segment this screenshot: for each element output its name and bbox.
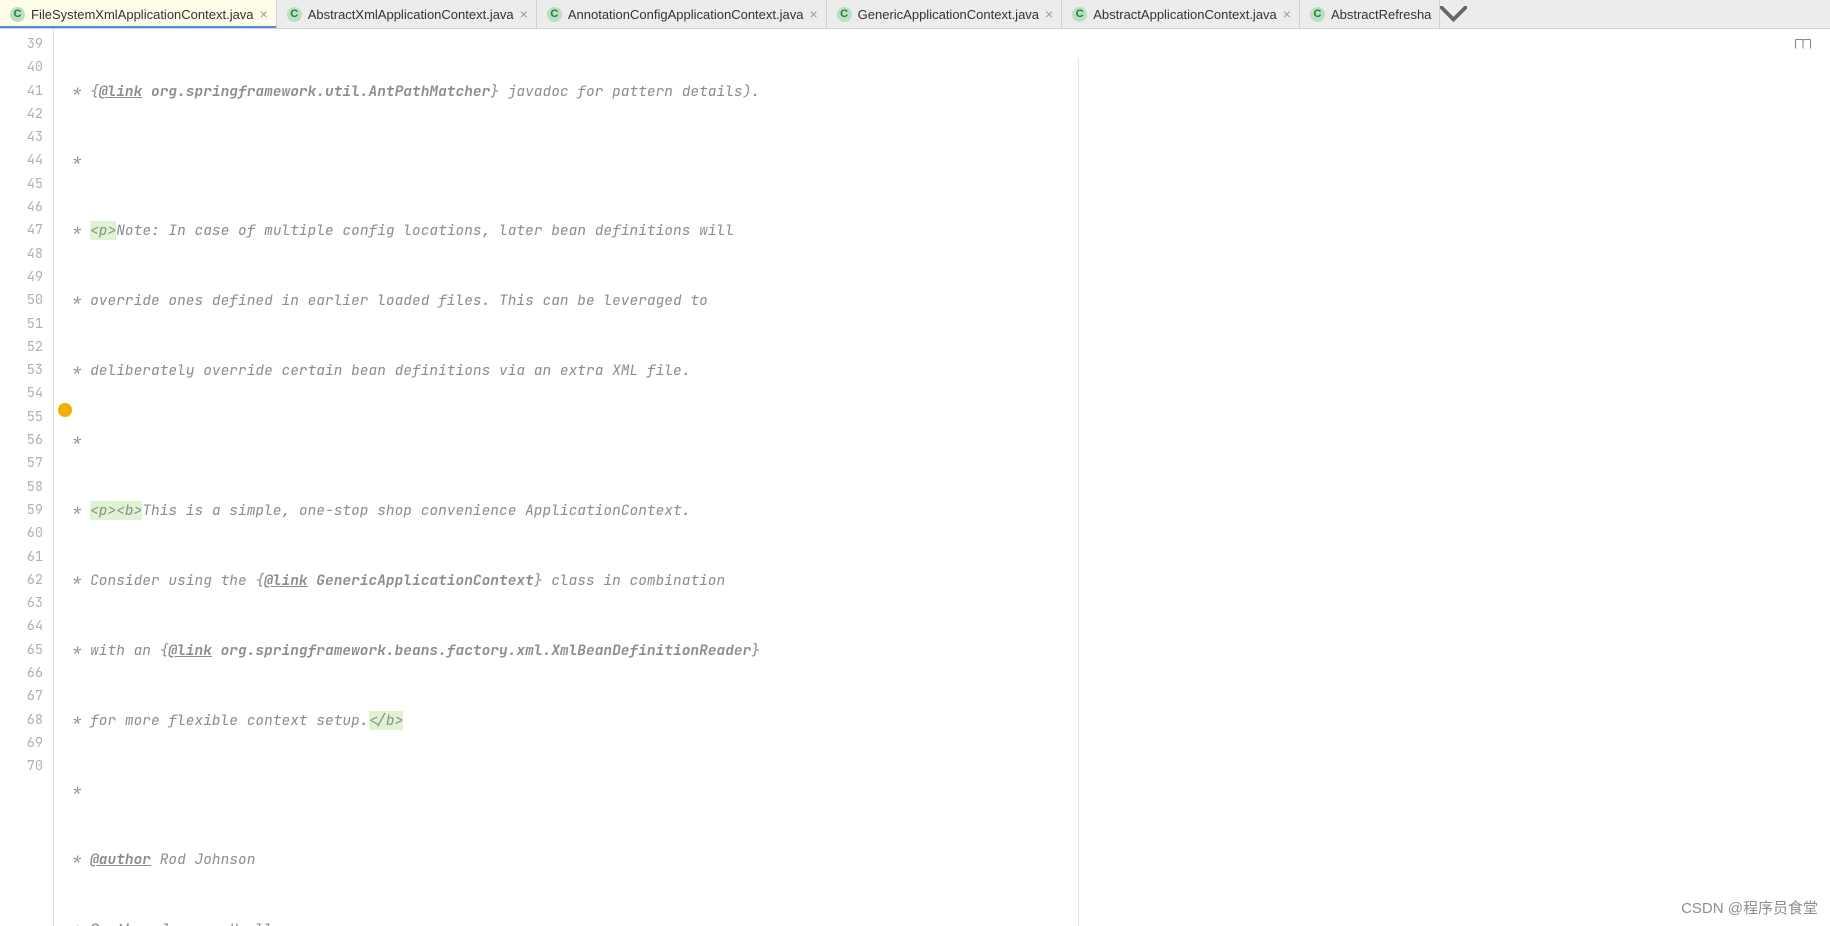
code-line: * with an {@link org.springframework.bea… xyxy=(64,639,1830,662)
code-line: * for more flexible context setup.</b> xyxy=(64,709,1830,732)
line-number: 54 xyxy=(0,382,43,405)
line-number: 44 xyxy=(0,149,43,172)
line-number: 51 xyxy=(0,313,43,336)
line-number: 70 xyxy=(0,755,43,778)
class-icon: C xyxy=(1310,7,1325,22)
line-number: 64 xyxy=(0,615,43,638)
line-number: 68 xyxy=(0,709,43,732)
class-icon: C xyxy=(287,7,302,22)
line-number: 39 xyxy=(0,33,43,56)
code-line: * xyxy=(64,149,1830,172)
code-line: * {@link org.springframework.util.AntPat… xyxy=(64,80,1830,103)
editor-tab[interactable]: C AbstractRefresha xyxy=(1300,0,1439,28)
reader-mode-icon[interactable] xyxy=(1792,33,1814,55)
code-line: * @author Juergen Hoeller xyxy=(64,918,1830,926)
line-number: 55 xyxy=(0,406,43,429)
line-number: 49 xyxy=(0,266,43,289)
code-line: * xyxy=(64,779,1830,802)
line-number: 59 xyxy=(0,499,43,522)
line-number-gutter: 3940414243444546474849505152535455565758… xyxy=(0,29,54,926)
tab-label: AbstractApplicationContext.java xyxy=(1093,7,1277,22)
line-number: 40 xyxy=(0,56,43,79)
line-number: 42 xyxy=(0,103,43,126)
line-number: 47 xyxy=(0,219,43,242)
line-number: 41 xyxy=(0,80,43,103)
tab-label: FileSystemXmlApplicationContext.java xyxy=(31,7,254,22)
editor-tab-bar: C FileSystemXmlApplicationContext.java ×… xyxy=(0,0,1830,29)
tab-overflow-button[interactable] xyxy=(1439,0,1467,28)
close-icon[interactable]: × xyxy=(1283,7,1291,21)
watermark-text: CSDN @程序员食堂 xyxy=(1681,897,1818,918)
line-number: 48 xyxy=(0,243,43,266)
code-line: * <p><b>This is a simple, one-stop shop … xyxy=(64,499,1830,522)
line-number: 69 xyxy=(0,732,43,755)
line-number: 52 xyxy=(0,336,43,359)
editor-tab[interactable]: C GenericApplicationContext.java × xyxy=(827,0,1063,28)
line-number: 43 xyxy=(0,126,43,149)
line-number: 65 xyxy=(0,639,43,662)
editor-tab[interactable]: C AbstractApplicationContext.java × xyxy=(1062,0,1300,28)
code-line: * override ones defined in earlier loade… xyxy=(64,289,1830,312)
tab-label: AnnotationConfigApplicationContext.java xyxy=(568,7,804,22)
line-number: 45 xyxy=(0,173,43,196)
tab-label: GenericApplicationContext.java xyxy=(858,7,1039,22)
line-number: 66 xyxy=(0,662,43,685)
line-number: 62 xyxy=(0,569,43,592)
class-icon: C xyxy=(837,7,852,22)
line-number: 50 xyxy=(0,289,43,312)
close-icon[interactable]: × xyxy=(1045,7,1053,21)
code-view[interactable]: * {@link org.springframework.util.AntPat… xyxy=(54,29,1830,926)
editor-area: 3940414243444546474849505152535455565758… xyxy=(0,29,1830,926)
line-number: 56 xyxy=(0,429,43,452)
class-icon: C xyxy=(10,7,25,22)
right-margin-guide xyxy=(1078,58,1079,926)
code-line: * deliberately override certain bean def… xyxy=(64,359,1830,382)
line-number: 58 xyxy=(0,476,43,499)
code-line: * @author Rod Johnson xyxy=(64,848,1830,871)
line-number: 60 xyxy=(0,522,43,545)
close-icon[interactable]: × xyxy=(520,7,528,21)
class-icon: C xyxy=(1072,7,1087,22)
line-number: 53 xyxy=(0,359,43,382)
tab-label: AbstractRefresha xyxy=(1331,7,1431,22)
line-number: 57 xyxy=(0,452,43,475)
close-icon[interactable]: × xyxy=(809,7,817,21)
code-line: * Consider using the {@link GenericAppli… xyxy=(64,569,1830,592)
editor-tab[interactable]: C AnnotationConfigApplicationContext.jav… xyxy=(537,0,827,28)
tab-label: AbstractXmlApplicationContext.java xyxy=(308,7,514,22)
code-line: * xyxy=(64,429,1830,452)
close-icon[interactable]: × xyxy=(260,7,268,21)
code-line: * <p>Note: In case of multiple config lo… xyxy=(64,219,1830,242)
editor-tab[interactable]: C FileSystemXmlApplicationContext.java × xyxy=(0,0,277,28)
editor-tab[interactable]: C AbstractXmlApplicationContext.java × xyxy=(277,0,537,28)
line-number: 46 xyxy=(0,196,43,219)
class-icon: C xyxy=(547,7,562,22)
intention-bulb-icon[interactable] xyxy=(58,403,72,417)
line-number: 63 xyxy=(0,592,43,615)
line-number: 67 xyxy=(0,685,43,708)
line-number: 61 xyxy=(0,546,43,569)
